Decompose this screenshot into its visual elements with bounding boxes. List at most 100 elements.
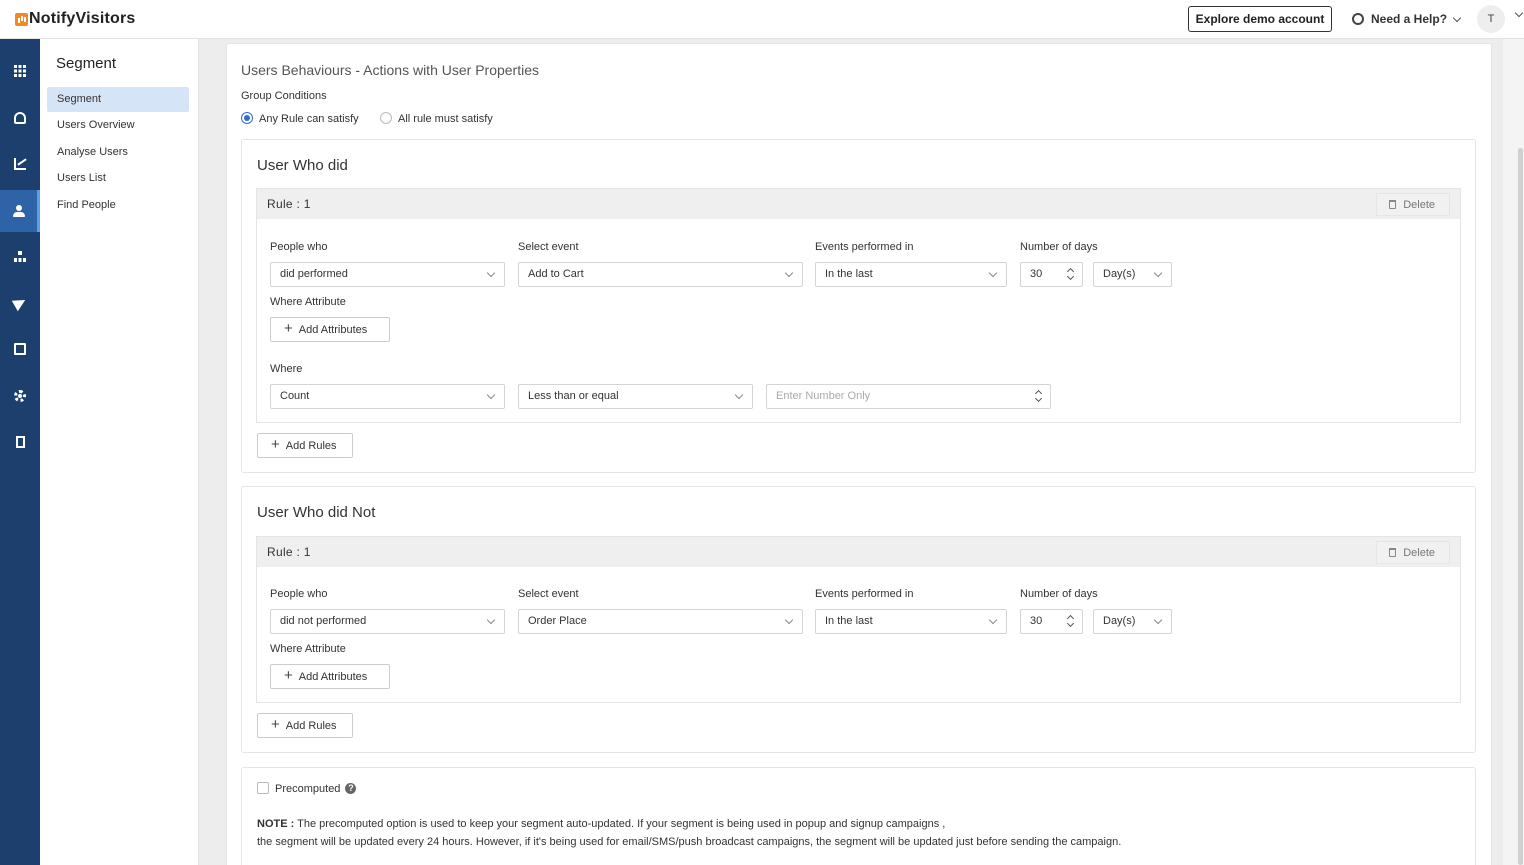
logo-icon [15, 12, 28, 26]
chevron-down-icon [988, 268, 998, 278]
page-title: Users Behaviours - Actions with User Pro… [241, 62, 539, 78]
people-who-label: People who [270, 588, 328, 600]
day-unit-select[interactable]: Day(s) [1093, 262, 1172, 287]
plus-icon: + [271, 436, 280, 453]
subnav-item-users-list[interactable]: Users List [47, 166, 189, 191]
number-of-days-input[interactable]: 30 [1020, 609, 1083, 634]
events-performed-select[interactable]: In the last [815, 262, 1007, 287]
rail-item-users[interactable] [0, 190, 40, 232]
events-performed-value: In the last [825, 615, 873, 627]
where-number-input[interactable]: Enter Number Only [766, 384, 1051, 409]
precomputed-checkbox-row[interactable]: Precomputed? [257, 782, 357, 795]
chevron-down-icon [486, 390, 496, 400]
radio-all-rule[interactable]: All rule must satisfy [380, 112, 493, 125]
rail-item-dashboard[interactable] [0, 98, 40, 138]
radio-button-checked[interactable] [241, 112, 253, 125]
rule-title: Rule : 1 [267, 197, 311, 211]
rail-item-account[interactable] [0, 422, 40, 462]
chevron-down-icon [1153, 268, 1163, 278]
trash-icon [1389, 548, 1397, 557]
day-unit-value: Day(s) [1103, 615, 1136, 627]
day-unit-select[interactable]: Day(s) [1093, 609, 1172, 634]
select-event-label: Select event [518, 588, 579, 600]
rule-header: Rule : 1 Delete [256, 536, 1461, 567]
help-label: Need a Help? [1371, 12, 1448, 26]
people-who-value: did performed [280, 268, 348, 280]
grid-icon [14, 65, 26, 77]
events-performed-label: Events performed in [815, 241, 914, 253]
plus-icon: + [284, 667, 293, 684]
radio-any-rule[interactable]: Any Rule can satisfy [241, 112, 359, 125]
help-menu[interactable]: Need a Help? [1352, 12, 1462, 26]
select-event-label: Select event [518, 241, 579, 253]
subnav-title: Segment [56, 55, 117, 72]
events-performed-value: In the last [825, 268, 873, 280]
rail-item-dashboard-grid[interactable] [0, 51, 40, 91]
where-field-value: Count [280, 390, 310, 402]
rail-item-analytics[interactable] [0, 144, 40, 184]
image-icon [14, 343, 26, 355]
number-of-days-label: Number of days [1020, 588, 1098, 600]
number-of-days-value: 30 [1030, 615, 1043, 627]
where-operator-select[interactable]: Less than or equal [518, 384, 753, 409]
scrollbar-thumb[interactable] [1518, 148, 1523, 865]
explore-demo-button[interactable]: Explore demo account [1188, 6, 1332, 32]
people-who-select[interactable]: did performed [270, 262, 505, 287]
select-event-dropdown[interactable]: Order Place [518, 609, 803, 634]
number-of-days-input[interactable]: 30 [1020, 262, 1083, 287]
delete-label: Delete [1403, 198, 1435, 211]
section-title-did-not: User Who did Not [257, 504, 376, 521]
segment-subnav: Segment Segment Users Overview Analyse U… [40, 39, 199, 865]
send-icon [11, 294, 29, 312]
chevron-down-icon[interactable] [1514, 8, 1524, 18]
add-rules-button[interactable]: + Add Rules [257, 433, 353, 458]
add-rules-label: Add Rules [285, 719, 337, 732]
radio-button[interactable] [380, 112, 392, 125]
select-event-value: Order Place [528, 615, 587, 627]
gear-icon [14, 390, 26, 402]
events-performed-select[interactable]: In the last [815, 609, 1007, 634]
plus-icon: + [271, 716, 280, 733]
number-of-days-value: 30 [1030, 268, 1043, 280]
rail-item-reports[interactable] [0, 329, 40, 369]
events-performed-label: Events performed in [815, 588, 914, 600]
where-label: Where [270, 363, 303, 375]
chevron-down-icon [734, 390, 744, 400]
subnav-item-users-overview[interactable]: Users Overview [47, 113, 189, 138]
chevron-down-icon [1153, 615, 1163, 625]
add-attributes-button[interactable]: + Add Attributes [270, 664, 390, 689]
precomputed-note: NOTE : The precomputed option is used to… [257, 815, 1457, 851]
precomputed-checkbox[interactable] [257, 782, 269, 795]
add-attributes-button[interactable]: + Add Attributes [270, 317, 390, 342]
stepper-icon[interactable] [1067, 615, 1073, 627]
note-line-1: The precomputed option is used to keep y… [294, 818, 946, 830]
delete-rule-button[interactable]: Delete [1376, 193, 1450, 216]
chevron-down-icon [1452, 13, 1462, 22]
where-field-select[interactable]: Count [270, 384, 505, 409]
stepper-icon[interactable] [1035, 390, 1041, 402]
analytics-icon [14, 158, 26, 170]
where-number-placeholder: Enter Number Only [776, 390, 871, 402]
rail-item-hierarchy[interactable] [0, 237, 40, 277]
subnav-item-find-people[interactable]: Find People [47, 193, 189, 218]
people-who-select[interactable]: did not performed [270, 609, 505, 634]
add-attributes-label: Add Attributes [298, 323, 368, 336]
subnav-item-segment[interactable]: Segment [47, 87, 189, 112]
rail-item-campaigns[interactable] [0, 283, 40, 323]
building-icon [15, 436, 25, 448]
stepper-icon[interactable] [1067, 268, 1073, 280]
chevron-down-icon [486, 615, 496, 625]
avatar[interactable]: T [1477, 5, 1505, 33]
delete-rule-button[interactable]: Delete [1376, 541, 1450, 564]
rail-item-settings[interactable] [0, 376, 40, 416]
app-logo[interactable]: NotifyVisitors [15, 10, 136, 28]
where-attribute-label: Where Attribute [270, 643, 346, 655]
subnav-item-analyse-users[interactable]: Analyse Users [47, 140, 189, 165]
logo-text: NotifyVisitors [29, 10, 136, 27]
add-rules-button[interactable]: + Add Rules [257, 713, 353, 738]
select-event-dropdown[interactable]: Add to Cart [518, 262, 803, 287]
group-conditions-label: Group Conditions [241, 90, 327, 102]
chevron-down-icon [486, 268, 496, 278]
help-circle-icon[interactable]: ? [345, 782, 357, 794]
add-rules-label: Add Rules [285, 439, 337, 452]
